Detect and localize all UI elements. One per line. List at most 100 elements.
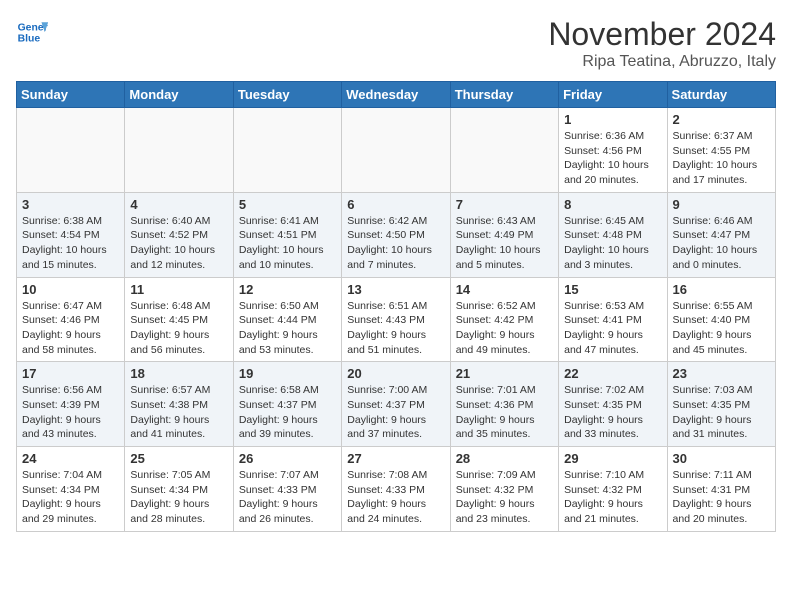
- day-number: 21: [456, 366, 553, 381]
- day-number: 7: [456, 197, 553, 212]
- calendar-week-row: 1 Sunrise: 6:36 AM Sunset: 4:56 PM Daylig…: [17, 108, 776, 193]
- calendar-day-cell: [450, 108, 558, 193]
- day-info: Sunrise: 7:05 AM Sunset: 4:34 PM Dayligh…: [130, 468, 227, 527]
- day-number: 29: [564, 451, 661, 466]
- calendar-day-cell: 11 Sunrise: 6:48 AM Sunset: 4:45 PM Dayli…: [125, 277, 233, 362]
- day-of-week-header: Thursday: [450, 82, 558, 108]
- calendar-day-cell: 16Sunrise: 6:55 AM Sunset: 4:40 PM Dayli…: [667, 277, 775, 362]
- calendar-day-cell: 13Sunrise: 6:51 AM Sunset: 4:43 PM Dayli…: [342, 277, 450, 362]
- day-number: 8: [564, 197, 661, 212]
- calendar-day-cell: 19 Sunrise: 6:58 AM Sunset: 4:37 PM Dayli…: [233, 362, 341, 447]
- day-number: 10: [22, 282, 119, 297]
- day-info: Sunrise: 6:58 AM Sunset: 4:37 PM Dayligh…: [239, 383, 336, 442]
- calendar-day-cell: 14 Sunrise: 6:52 AM Sunset: 4:42 PM Dayli…: [450, 277, 558, 362]
- day-info: Sunrise: 7:09 AM Sunset: 4:32 PM Dayligh…: [456, 468, 553, 527]
- day-info: Sunrise: 6:36 AM Sunset: 4:56 PM Dayligh…: [564, 129, 661, 188]
- calendar-day-cell: 8 Sunrise: 6:45 AM Sunset: 4:48 PM Daylig…: [559, 192, 667, 277]
- day-number: 24: [22, 451, 119, 466]
- day-number: 18: [130, 366, 227, 381]
- day-info: Sunrise: 6:55 AM Sunset: 4:40 PM Dayligh…: [673, 299, 770, 358]
- day-number: 27: [347, 451, 444, 466]
- day-info: Sunrise: 7:00 AM Sunset: 4:37 PM Dayligh…: [347, 383, 444, 442]
- calendar-week-row: 3 Sunrise: 6:38 AM Sunset: 4:54 PM Daylig…: [17, 192, 776, 277]
- day-of-week-header: Friday: [559, 82, 667, 108]
- calendar-week-row: 10Sunrise: 6:47 AM Sunset: 4:46 PM Dayli…: [17, 277, 776, 362]
- calendar-week-row: 24 Sunrise: 7:04 AM Sunset: 4:34 PM Dayli…: [17, 447, 776, 532]
- day-info: Sunrise: 7:08 AM Sunset: 4:33 PM Dayligh…: [347, 468, 444, 527]
- calendar-day-cell: 5Sunrise: 6:41 AM Sunset: 4:51 PM Daylig…: [233, 192, 341, 277]
- day-number: 22: [564, 366, 661, 381]
- day-info: Sunrise: 7:11 AM Sunset: 4:31 PM Dayligh…: [673, 468, 770, 527]
- day-info: Sunrise: 6:50 AM Sunset: 4:44 PM Dayligh…: [239, 299, 336, 358]
- day-number: 28: [456, 451, 553, 466]
- calendar-day-cell: 10Sunrise: 6:47 AM Sunset: 4:46 PM Dayli…: [17, 277, 125, 362]
- month-year-title: November 2024: [548, 16, 776, 53]
- day-info: Sunrise: 6:38 AM Sunset: 4:54 PM Dayligh…: [22, 214, 119, 273]
- day-info: Sunrise: 7:07 AM Sunset: 4:33 PM Dayligh…: [239, 468, 336, 527]
- day-number: 12: [239, 282, 336, 297]
- calendar-day-cell: 25 Sunrise: 7:05 AM Sunset: 4:34 PM Dayli…: [125, 447, 233, 532]
- day-number: 14: [456, 282, 553, 297]
- day-info: Sunrise: 7:03 AM Sunset: 4:35 PM Dayligh…: [673, 383, 770, 442]
- day-number: 13: [347, 282, 444, 297]
- day-number: 23: [673, 366, 770, 381]
- day-of-week-header: Tuesday: [233, 82, 341, 108]
- calendar-day-cell: 27 Sunrise: 7:08 AM Sunset: 4:33 PM Dayli…: [342, 447, 450, 532]
- day-info: Sunrise: 6:37 AM Sunset: 4:55 PM Dayligh…: [673, 129, 770, 188]
- day-number: 11: [130, 282, 227, 297]
- day-info: Sunrise: 6:57 AM Sunset: 4:38 PM Dayligh…: [130, 383, 227, 442]
- calendar-day-cell: 12 Sunrise: 6:50 AM Sunset: 4:44 PM Dayli…: [233, 277, 341, 362]
- day-info: Sunrise: 7:02 AM Sunset: 4:35 PM Dayligh…: [564, 383, 661, 442]
- calendar-day-cell: 24 Sunrise: 7:04 AM Sunset: 4:34 PM Dayli…: [17, 447, 125, 532]
- calendar-day-cell: 17Sunrise: 6:56 AM Sunset: 4:39 PM Dayli…: [17, 362, 125, 447]
- day-info: Sunrise: 6:45 AM Sunset: 4:48 PM Dayligh…: [564, 214, 661, 273]
- day-info: Sunrise: 7:01 AM Sunset: 4:36 PM Dayligh…: [456, 383, 553, 442]
- day-number: 19: [239, 366, 336, 381]
- day-number: 15: [564, 282, 661, 297]
- calendar-day-cell: 30 Sunrise: 7:11 AM Sunset: 4:31 PM Dayli…: [667, 447, 775, 532]
- calendar-day-cell: 28 Sunrise: 7:09 AM Sunset: 4:32 PM Dayli…: [450, 447, 558, 532]
- calendar-day-cell: [17, 108, 125, 193]
- calendar-day-cell: 21 Sunrise: 7:01 AM Sunset: 4:36 PM Dayli…: [450, 362, 558, 447]
- day-of-week-header: Monday: [125, 82, 233, 108]
- calendar-week-row: 17Sunrise: 6:56 AM Sunset: 4:39 PM Dayli…: [17, 362, 776, 447]
- day-number: 6: [347, 197, 444, 212]
- calendar-day-cell: 23 Sunrise: 7:03 AM Sunset: 4:35 PM Dayli…: [667, 362, 775, 447]
- day-number: 30: [673, 451, 770, 466]
- calendar-day-cell: 6 Sunrise: 6:42 AM Sunset: 4:50 PM Daylig…: [342, 192, 450, 277]
- calendar-header-row: SundayMondayTuesdayWednesdayThursdayFrid…: [17, 82, 776, 108]
- day-number: 2: [673, 112, 770, 127]
- calendar-day-cell: 22 Sunrise: 7:02 AM Sunset: 4:35 PM Dayli…: [559, 362, 667, 447]
- day-info: Sunrise: 7:04 AM Sunset: 4:34 PM Dayligh…: [22, 468, 119, 527]
- day-number: 4: [130, 197, 227, 212]
- day-info: Sunrise: 6:53 AM Sunset: 4:41 PM Dayligh…: [564, 299, 661, 358]
- day-info: Sunrise: 6:43 AM Sunset: 4:49 PM Dayligh…: [456, 214, 553, 273]
- calendar-day-cell: 7 Sunrise: 6:43 AM Sunset: 4:49 PM Daylig…: [450, 192, 558, 277]
- day-info: Sunrise: 6:52 AM Sunset: 4:42 PM Dayligh…: [456, 299, 553, 358]
- day-of-week-header: Saturday: [667, 82, 775, 108]
- day-number: 26: [239, 451, 336, 466]
- location-subtitle: Ripa Teatina, Abruzzo, Italy: [548, 53, 776, 71]
- calendar-day-cell: 15 Sunrise: 6:53 AM Sunset: 4:41 PM Dayli…: [559, 277, 667, 362]
- day-number: 3: [22, 197, 119, 212]
- day-info: Sunrise: 6:40 AM Sunset: 4:52 PM Dayligh…: [130, 214, 227, 273]
- calendar-day-cell: [125, 108, 233, 193]
- page-header: General Blue November 2024 Ripa Teatina,…: [16, 16, 776, 71]
- day-number: 1: [564, 112, 661, 127]
- title-block: November 2024 Ripa Teatina, Abruzzo, Ita…: [548, 16, 776, 71]
- calendar-day-cell: 18 Sunrise: 6:57 AM Sunset: 4:38 PM Dayli…: [125, 362, 233, 447]
- day-number: 9: [673, 197, 770, 212]
- day-info: Sunrise: 6:48 AM Sunset: 4:45 PM Dayligh…: [130, 299, 227, 358]
- calendar-day-cell: 26 Sunrise: 7:07 AM Sunset: 4:33 PM Dayli…: [233, 447, 341, 532]
- calendar-day-cell: 9Sunrise: 6:46 AM Sunset: 4:47 PM Daylig…: [667, 192, 775, 277]
- day-info: Sunrise: 6:41 AM Sunset: 4:51 PM Dayligh…: [239, 214, 336, 273]
- day-info: Sunrise: 6:42 AM Sunset: 4:50 PM Dayligh…: [347, 214, 444, 273]
- calendar-day-cell: 2 Sunrise: 6:37 AM Sunset: 4:55 PM Daylig…: [667, 108, 775, 193]
- calendar-day-cell: 3 Sunrise: 6:38 AM Sunset: 4:54 PM Daylig…: [17, 192, 125, 277]
- calendar-table: SundayMondayTuesdayWednesdayThursdayFrid…: [16, 81, 776, 532]
- calendar-day-cell: 1 Sunrise: 6:36 AM Sunset: 4:56 PM Daylig…: [559, 108, 667, 193]
- day-info: Sunrise: 6:56 AM Sunset: 4:39 PM Dayligh…: [22, 383, 119, 442]
- logo: General Blue: [16, 16, 48, 48]
- day-number: 25: [130, 451, 227, 466]
- day-of-week-header: Sunday: [17, 82, 125, 108]
